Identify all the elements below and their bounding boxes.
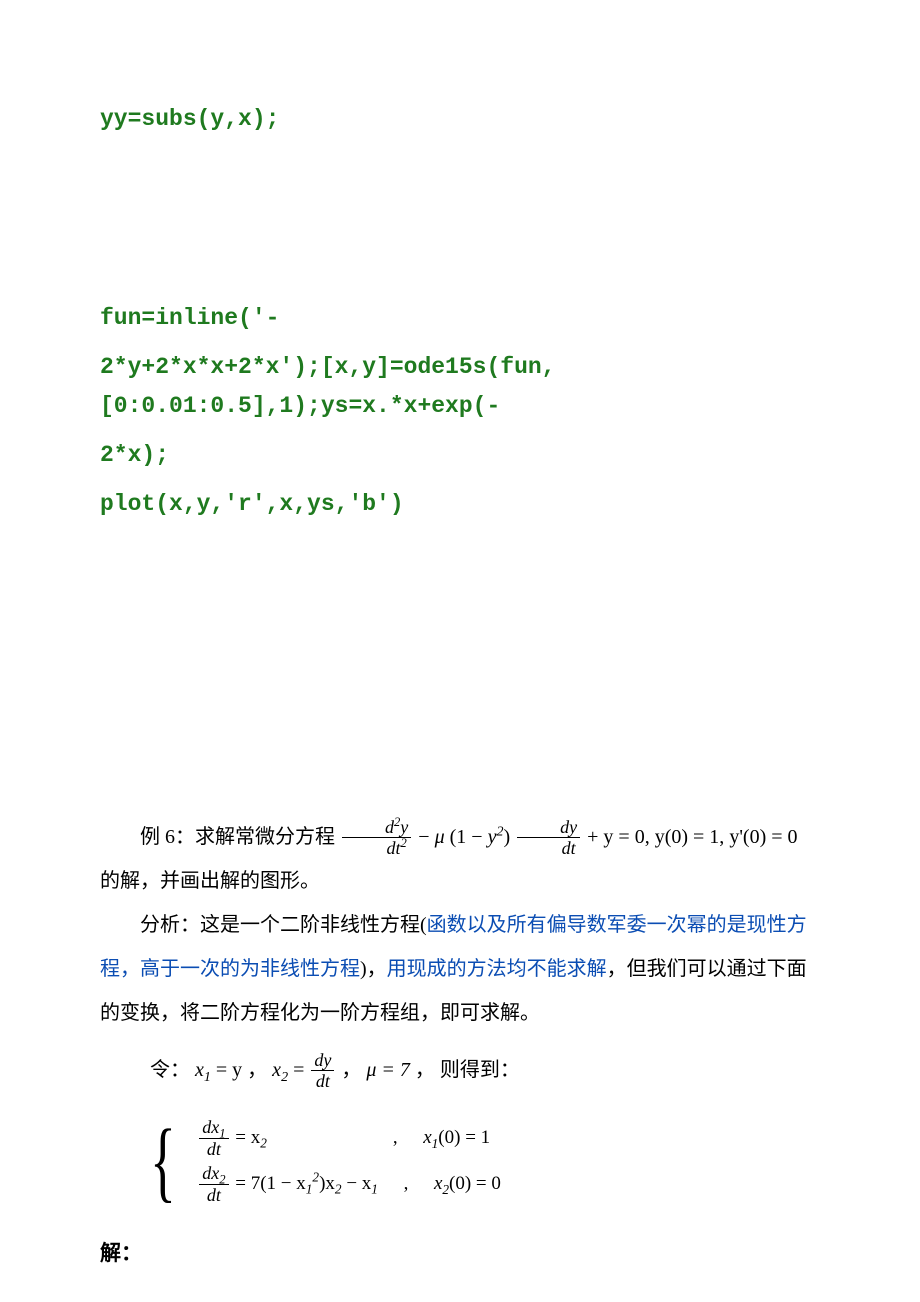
blue-note: 用现成的方法均不能求解 — [387, 958, 607, 980]
fraction: d2y dt2 — [342, 818, 411, 859]
code-line: yy=subs(y,x); — [100, 100, 820, 139]
system-row-1: dx1 dt = x2 , x1(0) = 1 — [197, 1115, 524, 1161]
example-suffix: 的解，并画出解的图形。 — [100, 870, 320, 892]
analysis-paragraph: 分析：这是一个二阶非线性方程(函数以及所有偏导数军委一次幂的是现性方程，高于一次… — [100, 903, 820, 1035]
code-block-1: yy=subs(y,x); — [0, 100, 920, 139]
ode-formula: d2y dt2 − μ (1 − y2) dy dt + y = 0, y(0)… — [340, 826, 798, 848]
x1-eq-y: x1 = y — [195, 1059, 247, 1081]
code-block-2: fun=inline('- 2*y+2*x*x+2*x');[x,y]=ode1… — [0, 299, 920, 524]
mu-eq-7: μ = 7 — [366, 1059, 410, 1081]
solution-header: 解： — [0, 1223, 920, 1267]
code-line: 2*x); — [100, 436, 820, 475]
code-line: fun=inline('- — [100, 299, 820, 338]
let-line: 令： x1 = y ， x2 = dy dt ， μ = 7 ， 则得到： — [0, 1035, 920, 1098]
document-page: yy=subs(y,x); fun=inline('- 2*y+2*x*x+2*… — [0, 0, 920, 1302]
left-brace-icon: { — [150, 1115, 178, 1207]
ode-system: { dx1 dt = x2 , x1(0) = 1 — [0, 1097, 920, 1223]
fraction: dy dt — [517, 818, 580, 859]
fraction: dx1 dt — [199, 1118, 228, 1159]
fraction: dy dt — [311, 1051, 334, 1092]
code-line: plot(x,y,'r',x,ys,'b') — [100, 485, 820, 524]
x2-eq-dy-dt: x2 = dy dt — [272, 1059, 341, 1081]
fraction: dx2 dt — [199, 1164, 228, 1205]
example-label: 例 6：求解常微分方程 — [140, 826, 340, 848]
code-line: 2*y+2*x*x+2*x');[x,y]=ode15s(fun,[0:0.01… — [100, 348, 820, 426]
example-text: 例 6：求解常微分方程 d2y dt2 − μ (1 − y2) dy dt +… — [0, 815, 920, 1035]
example-6-line: 例 6：求解常微分方程 d2y dt2 − μ (1 − y2) dy dt +… — [100, 815, 820, 903]
system-row-2: dx2 dt = 7(1 − x12)x2 − x1 , x2(0) = 0 — [197, 1161, 524, 1207]
